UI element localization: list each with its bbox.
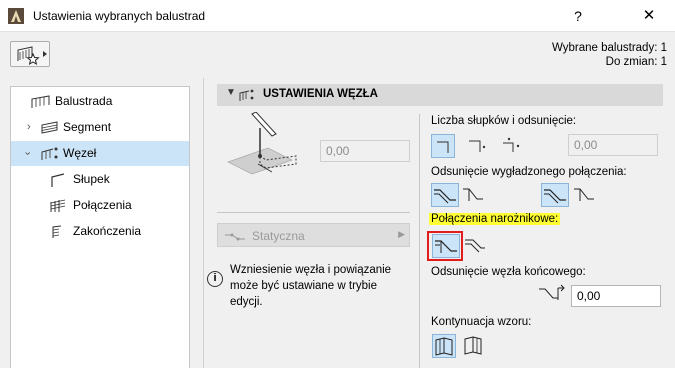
- help-button[interactable]: ?: [565, 3, 591, 29]
- tree-label-segment: Segment: [63, 120, 112, 134]
- tree-label-post: Słupek: [73, 172, 110, 186]
- posts-offset-input[interactable]: 0,00: [568, 134, 658, 156]
- post-offset-none-icon: [437, 141, 449, 153]
- post-offset-two-icon: [503, 137, 520, 152]
- info-text: Wzniesienie węzła i powiązanie może być …: [230, 264, 392, 308]
- section-header[interactable]: ▼ USTAWIENIA WĘZŁA: [217, 84, 663, 106]
- connections-icon: [50, 199, 66, 212]
- post-offset-one-icon: [469, 140, 486, 152]
- app-icon: [8, 8, 24, 24]
- dropdown-arrow-icon: ▶: [398, 229, 405, 239]
- corner-sharp-button[interactable]: [463, 234, 487, 258]
- favorites-star-icon: [17, 46, 47, 66]
- corner-smooth-button[interactable]: [432, 234, 460, 258]
- segment-icon: [41, 121, 58, 134]
- pattern-restart-button[interactable]: [462, 334, 486, 358]
- tree-item-endings[interactable]: Zakończenia: [11, 219, 189, 244]
- pattern-continuation-label: Kontynuacja wzoru:: [431, 316, 532, 328]
- post-icon: [51, 173, 65, 187]
- smooth-offset-on-button[interactable]: [431, 183, 459, 207]
- settings-tree: Balustrada › Segment › Węzeł Słupek Połą…: [10, 86, 190, 368]
- node-section-icon: [239, 89, 254, 101]
- smooth-stair-alt-icon: [544, 189, 566, 204]
- smooth-stair-icon: [434, 189, 456, 204]
- selection-status: Wybrane balustrady: 1 Do zmian: 1: [552, 41, 667, 69]
- info-icon: i: [207, 271, 223, 287]
- node-preview-illustration: [226, 112, 297, 175]
- railing-icon: [31, 95, 50, 108]
- selected-count: Wybrane balustrady: 1: [552, 42, 667, 54]
- end-offset-input[interactable]: 0,00: [571, 285, 661, 307]
- smooth-offset-alt-off-button[interactable]: [572, 183, 596, 207]
- smooth-offset-alt-on-button[interactable]: [541, 183, 569, 207]
- tree-label-connections: Połączenia: [73, 198, 132, 212]
- tree-label-endings: Zakończenia: [73, 224, 142, 238]
- title-bar: Ustawienia wybranych balustrad ? ✕: [0, 0, 675, 32]
- close-button[interactable]: ✕: [636, 3, 662, 29]
- tree-label-node: Węzeł: [63, 146, 97, 160]
- tree-item-connections[interactable]: Połączenia: [11, 193, 189, 218]
- tree-item-node[interactable]: › Węzeł: [11, 141, 189, 166]
- node-type-label: Statyczna: [252, 229, 305, 243]
- closed-book-icon: [464, 336, 482, 355]
- to-change-count: Do zmian: 1: [605, 56, 667, 68]
- smooth-offset-off-button[interactable]: [461, 183, 485, 207]
- static-node-icon: [225, 233, 245, 241]
- posts-none-button[interactable]: [431, 134, 455, 158]
- tree-label-railing: Balustrada: [55, 94, 113, 108]
- corner-connections-label: Połączenia narożnikowe:: [429, 213, 561, 225]
- node-icon: [41, 147, 58, 160]
- tree-item-post[interactable]: Słupek: [11, 167, 189, 192]
- open-book-icon: [435, 337, 453, 356]
- tree-item-railing[interactable]: Balustrada: [11, 89, 189, 114]
- window-title: Ustawienia wybranych balustrad: [33, 9, 206, 23]
- stair-alt-icon: [574, 188, 594, 201]
- end-node-offset-icon: [539, 284, 565, 300]
- favorites-button[interactable]: [10, 41, 50, 67]
- chevron-right-icon[interactable]: ›: [27, 115, 31, 140]
- posts-one-button[interactable]: [466, 134, 490, 158]
- stair-icon: [463, 188, 483, 201]
- corner-smooth-icon: [435, 240, 457, 253]
- vertical-divider: [419, 114, 420, 368]
- collapse-triangle-icon[interactable]: ▼: [226, 87, 236, 98]
- chevron-down-icon[interactable]: ›: [14, 152, 39, 156]
- endings-icon: [52, 225, 62, 238]
- left-divider: [217, 212, 410, 213]
- posts-label: Liczba słupków i odsunięcie:: [431, 115, 577, 127]
- smooth-offset-label: Odsunięcie wygładzonego połączenia:: [431, 166, 627, 178]
- node-offset-input[interactable]: 0,00: [320, 140, 410, 162]
- node-type-dropdown[interactable]: Statyczna ▶: [217, 223, 410, 247]
- corner-sharp-icon: [465, 239, 485, 253]
- tree-item-segment[interactable]: › Segment: [11, 115, 189, 140]
- posts-two-button[interactable]: [500, 134, 524, 158]
- pattern-continue-button[interactable]: [432, 334, 456, 358]
- section-title: USTAWIENIA WĘZŁA: [263, 88, 378, 100]
- end-offset-label: Odsunięcie węzła końcowego:: [431, 266, 586, 278]
